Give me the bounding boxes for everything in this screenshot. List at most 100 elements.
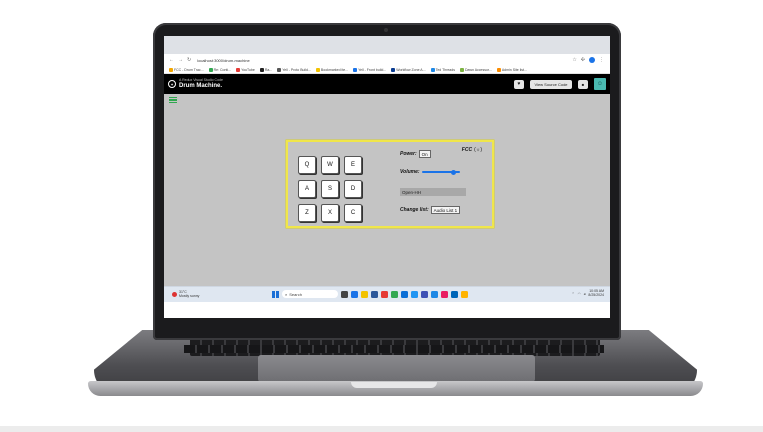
address-bar[interactable]: localhost:3000/drum-machine [197, 58, 249, 63]
bookmark-icon [496, 67, 501, 72]
drum-pad-s[interactable]: S [321, 180, 339, 198]
folder-icon [315, 67, 320, 72]
weather-widget[interactable]: 31°C Mostly sunny [164, 290, 200, 299]
windows-start-icon[interactable] [272, 290, 279, 298]
screen-bezel-bottom [164, 302, 610, 318]
power-toggle[interactable]: On [418, 150, 431, 158]
bookmark-item[interactable]: YouTube [236, 67, 255, 72]
change-list-label: Change list: [400, 207, 429, 213]
bookmark-item[interactable]: Re: Conti... [208, 67, 231, 72]
volume-slider-thumb[interactable] [450, 169, 456, 175]
bookmark-item[interactable]: Admin Site list... [496, 67, 527, 72]
drum-pad-e[interactable]: E [344, 156, 362, 174]
extensions-icon[interactable]: ✣ [581, 57, 585, 63]
speaker-icon[interactable]: ◂ [584, 292, 586, 296]
app-icon[interactable] [461, 290, 468, 298]
fcc-logo: FCC (☼) [462, 147, 482, 153]
power-control: Power: On [400, 150, 431, 158]
wifi-icon[interactable]: ◠ [578, 292, 581, 296]
app-icon[interactable] [421, 290, 428, 298]
bottom-strip [0, 426, 763, 432]
drum-pad-d[interactable]: D [344, 180, 362, 198]
taskbar-search[interactable]: ⌕ Search [282, 290, 338, 298]
laptop-screen: ← → ↻ localhost:3000/drum-machine ☆ ✣ ⋮ … [164, 36, 610, 318]
nav-icons: ← → ↻ [164, 57, 191, 63]
weather-desc: Mostly sunny [179, 293, 200, 298]
app-body: Q W E A S D Z X C FCC (☼) Power: On Volu… [164, 94, 610, 286]
chrome-icon[interactable] [391, 290, 398, 298]
clock-date: 8/25/2024 [588, 292, 604, 297]
app-logo[interactable]: ✦ A Redux Visual Studio Code Drum Machin… [164, 79, 223, 89]
fcc-logo-text: FCC [461, 147, 473, 153]
browser-tab-bar[interactable] [164, 36, 610, 54]
bookmark-icon [353, 67, 358, 72]
volume-control: Volume: [400, 169, 460, 175]
menu-dots-icon[interactable]: ⋮ [599, 57, 604, 63]
drum-pad-c[interactable]: C [344, 204, 362, 222]
bookmark-icon [459, 67, 464, 72]
store-icon[interactable] [371, 290, 378, 298]
file-explorer-icon[interactable] [361, 290, 368, 298]
bookmark-item[interactable]: Ted Threads [430, 67, 455, 72]
drum-pad-q[interactable]: Q [298, 156, 316, 174]
volume-slider[interactable] [421, 169, 460, 175]
bookmark-icon [208, 67, 213, 72]
back-icon[interactable]: ← [169, 57, 174, 63]
drum-pads: Q W E A S D Z X C [298, 156, 362, 222]
avatar[interactable]: ☺ [594, 78, 606, 90]
app-icon[interactable] [431, 290, 438, 298]
edge-icon[interactable] [351, 290, 358, 298]
laptop-scene: ← → ↻ localhost:3000/drum-machine ☆ ✣ ⋮ … [0, 0, 763, 432]
app-icon[interactable] [411, 290, 418, 298]
app-title: Drum Machine. [179, 82, 223, 89]
fire-icon: (☼) [474, 147, 482, 153]
bookmark-item[interactable]: Bookmarked ite... [315, 67, 348, 72]
app-icon[interactable] [441, 290, 448, 298]
browser-toolbar-right: ☆ ✣ ⋮ [572, 57, 610, 63]
windows-taskbar: 31°C Mostly sunny ⌕ Search ⌃ ◠ ◂ 10:05 A… [164, 286, 610, 302]
burger-line [169, 97, 177, 99]
app-icon[interactable] [381, 290, 388, 298]
bookmark-icon [169, 67, 173, 72]
vscode-icon[interactable] [451, 290, 458, 298]
reload-icon[interactable]: ↻ [187, 57, 191, 63]
change-list-select[interactable]: Audio List 1 [430, 206, 461, 214]
profile-icon[interactable] [589, 57, 595, 63]
drum-pad-x[interactable]: X [321, 204, 339, 222]
bookmark-item[interactable]: Ra... [259, 67, 272, 72]
bookmark-star-icon[interactable]: ☆ [572, 57, 576, 63]
app-header: ✦ A Redux Visual Studio Code Drum Machin… [164, 74, 610, 94]
app-logo-icon: ✦ [168, 80, 176, 88]
bookmarks-bar: FCC - Drum Trac... Re: Conti... YouTube … [164, 66, 610, 74]
app-icon[interactable] [401, 290, 408, 298]
volume-label: Volume: [400, 169, 420, 175]
heart-button[interactable]: ♥ [514, 79, 524, 89]
bookmark-icon [391, 67, 396, 72]
taskbar-apps: ⌕ Search [272, 290, 468, 298]
drum-pad-z[interactable]: Z [298, 204, 316, 222]
bookmark-icon [277, 67, 282, 72]
webcam [384, 28, 388, 32]
chevron-up-icon[interactable]: ⌃ [572, 292, 575, 296]
view-source-button[interactable]: View Source Code [530, 79, 572, 89]
system-tray: ⌃ ◠ ◂ 10:05 AM 8/25/2024 [572, 289, 604, 298]
search-icon: ⌕ [285, 291, 288, 297]
bookmark-item[interactable]: FCC - Drum Trac... [169, 67, 204, 72]
drum-pad-a[interactable]: A [298, 180, 316, 198]
bookmark-item[interactable]: Yell - Proto Build... [277, 67, 311, 72]
toggle-button[interactable]: ■ [578, 79, 588, 89]
burger-line [169, 99, 177, 101]
forward-icon[interactable]: → [178, 57, 183, 63]
sound-display: Open-HH [400, 188, 466, 196]
weather-icon [172, 292, 177, 297]
laptop-notch [351, 382, 437, 388]
header-actions: ♥ View Source Code ■ ☺ [514, 78, 610, 90]
bookmark-item[interactable]: Yell - Front build... [353, 67, 386, 72]
bookmark-item[interactable]: Workflow Zone A... [391, 67, 426, 72]
clock[interactable]: 10:05 AM 8/25/2024 [588, 289, 604, 298]
task-view-icon[interactable] [341, 290, 348, 298]
youtube-icon [236, 67, 241, 72]
bookmark-item[interactable]: Dawn Accessor... [459, 67, 492, 72]
hamburger-menu-icon[interactable] [169, 97, 177, 103]
drum-pad-w[interactable]: W [321, 156, 339, 174]
